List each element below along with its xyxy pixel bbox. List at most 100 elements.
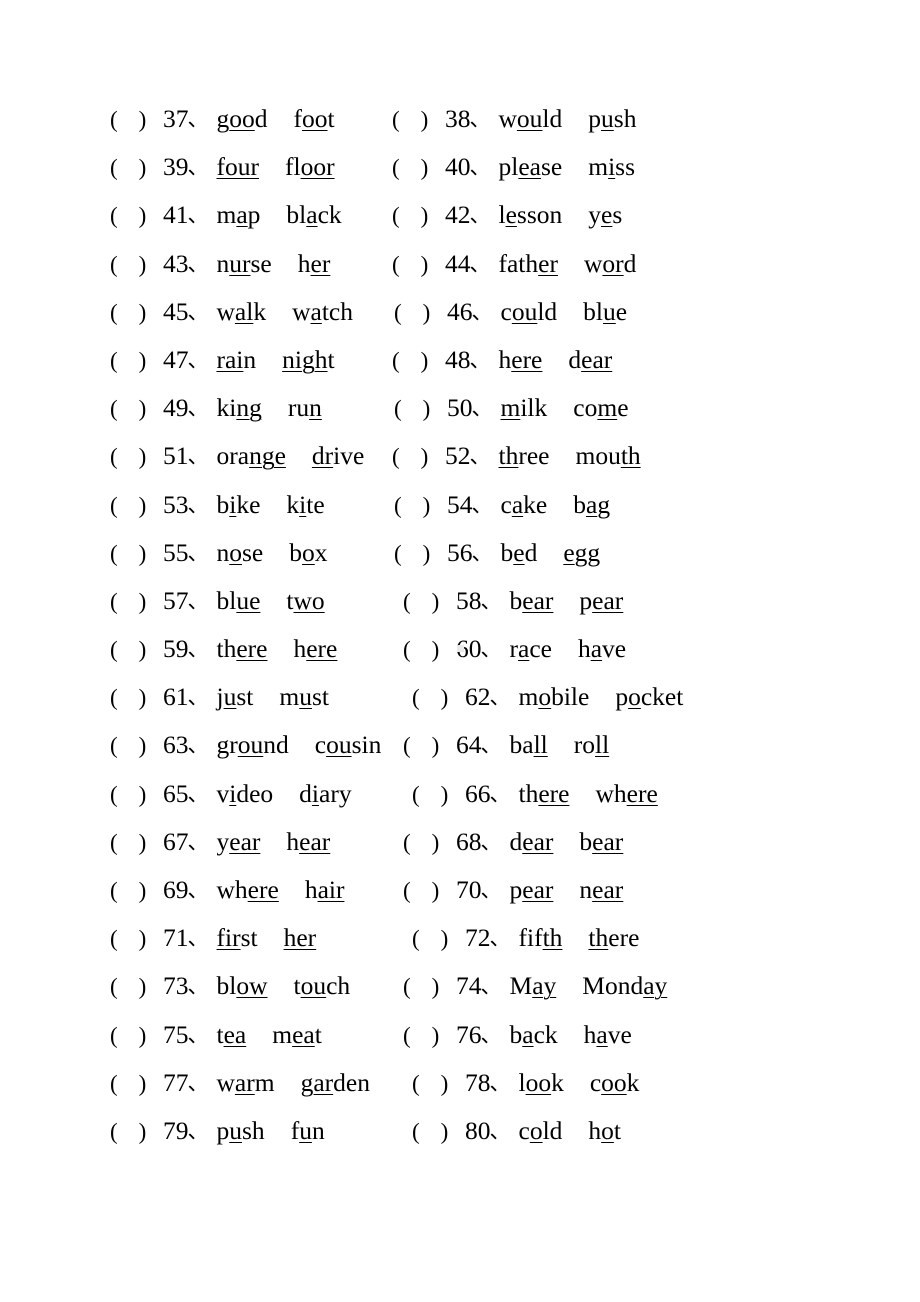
answer-bracket[interactable]: () — [403, 638, 449, 661]
word-prefix: v — [216, 778, 230, 808]
question-list: () 37、 good foot() 38、 would push() 39、 four floo… — [0, 106, 920, 1166]
ideographic-comma: 、 — [471, 299, 493, 324]
right-paren: ) — [440, 1118, 449, 1144]
answer-bracket[interactable]: () — [392, 445, 438, 468]
word: hair — [305, 877, 345, 903]
right-paren: ) — [420, 107, 429, 132]
word: orange — [217, 443, 286, 469]
underlined-letters: a — [310, 296, 322, 326]
word-pair: three mouth — [499, 443, 641, 469]
word-prefix: j — [216, 682, 224, 712]
answer-bracket[interactable]: () — [110, 156, 156, 179]
word-suffix: gg — [574, 537, 601, 567]
underlined-letters: ue — [236, 585, 261, 615]
answer-bracket[interactable]: () — [412, 686, 458, 709]
right-paren: ) — [138, 1022, 147, 1048]
question-number: 50、 — [447, 395, 495, 421]
left-paren: ( — [110, 878, 118, 903]
answer-bracket[interactable]: () — [394, 542, 440, 565]
answer-bracket[interactable]: () — [110, 204, 156, 227]
answer-bracket[interactable]: () — [110, 879, 156, 902]
answer-bracket[interactable]: () — [392, 253, 438, 276]
answer-bracket[interactable]: () — [110, 927, 156, 950]
answer-bracket[interactable]: () — [110, 1072, 156, 1095]
question-item: () 46、 could blue — [385, 299, 920, 325]
question-number-value: 64 — [456, 730, 482, 760]
answer-bracket[interactable]: () — [403, 734, 449, 757]
ideographic-comma: 、 — [187, 1022, 209, 1047]
answer-bracket[interactable]: () — [392, 156, 438, 179]
answer-bracket[interactable]: () — [110, 397, 156, 420]
word-prefix: f — [290, 1115, 300, 1145]
answer-bracket[interactable]: () — [403, 1024, 449, 1047]
word: where — [217, 877, 279, 903]
word-prefix: n — [216, 537, 230, 567]
question-item: () 62、 mobile pocket — [385, 684, 920, 710]
answer-bracket[interactable]: () — [110, 445, 156, 468]
question-item: () 39、 four floor — [0, 154, 385, 180]
answer-bracket[interactable]: () — [394, 301, 440, 324]
word: push — [588, 106, 636, 132]
answer-bracket[interactable]: () — [110, 783, 156, 806]
answer-bracket[interactable]: () — [394, 494, 440, 517]
question-number: 37、 — [163, 106, 211, 132]
answer-bracket[interactable]: () — [110, 301, 156, 324]
right-paren: ) — [138, 588, 147, 614]
underlined-letters: ou — [516, 104, 543, 133]
underlined-letters: ear — [522, 826, 554, 856]
answer-bracket[interactable]: () — [110, 590, 156, 613]
word-prefix: h — [304, 875, 318, 904]
underlined-letters: th — [498, 441, 519, 471]
answer-bracket[interactable]: () — [110, 108, 156, 131]
right-paren: ) — [138, 685, 147, 711]
answer-bracket[interactable]: () — [403, 879, 449, 902]
answer-bracket[interactable]: () — [110, 638, 156, 661]
answer-bracket[interactable]: () — [412, 783, 458, 806]
word-pair: back have — [510, 1021, 632, 1048]
word: have — [578, 636, 626, 662]
word: pear — [579, 588, 623, 614]
answer-bracket[interactable]: () — [392, 204, 438, 227]
underlined-letters: oo — [601, 1067, 627, 1097]
answer-bracket[interactable]: () — [110, 734, 156, 757]
question-item: () 77、 warm garden — [0, 1070, 385, 1096]
answer-bracket[interactable]: () — [403, 831, 449, 854]
answer-bracket[interactable]: () — [392, 349, 438, 372]
answer-bracket[interactable]: () — [403, 975, 449, 998]
word: warm — [217, 1070, 275, 1096]
answer-bracket[interactable]: () — [110, 1024, 156, 1047]
word-suffix: d — [254, 104, 268, 133]
ideographic-comma: 、 — [471, 540, 493, 565]
ideographic-comma: 、 — [187, 444, 209, 469]
underlined-letters: ng — [236, 393, 262, 423]
word: diary — [299, 780, 351, 807]
question-item: () 57、 blue two — [0, 588, 385, 614]
word: touch — [294, 973, 351, 999]
answer-bracket[interactable]: () — [110, 975, 156, 998]
question-row: () 49、 king run() 50、 milk come — [0, 395, 920, 443]
answer-bracket[interactable]: () — [412, 1120, 458, 1143]
word-suffix: x — [314, 537, 328, 567]
answer-bracket[interactable]: () — [394, 397, 440, 420]
answer-bracket[interactable]: () — [412, 1072, 458, 1095]
answer-bracket[interactable]: () — [110, 349, 156, 372]
answer-bracket[interactable]: () — [110, 542, 156, 565]
left-paren: ( — [110, 733, 118, 759]
answer-bracket[interactable]: () — [110, 494, 156, 517]
underlined-letters: a — [511, 489, 524, 519]
right-paren: ) — [138, 926, 147, 952]
word-suffix: ke — [236, 489, 261, 519]
answer-bracket[interactable]: () — [110, 253, 156, 276]
right-paren: ) — [431, 588, 440, 614]
word-prefix: p — [509, 875, 523, 904]
answer-bracket[interactable]: () — [412, 927, 458, 950]
underlined-letters: ou — [511, 296, 538, 326]
answer-bracket[interactable]: () — [110, 686, 156, 709]
underlined-letters: u — [299, 682, 312, 712]
word-prefix: w — [498, 104, 517, 133]
answer-bracket[interactable]: () — [392, 108, 438, 131]
answer-bracket[interactable]: () — [110, 1120, 156, 1143]
question-item: () 74、 May Monday — [385, 973, 920, 999]
answer-bracket[interactable]: () — [110, 831, 156, 854]
answer-bracket[interactable]: () — [403, 590, 449, 613]
